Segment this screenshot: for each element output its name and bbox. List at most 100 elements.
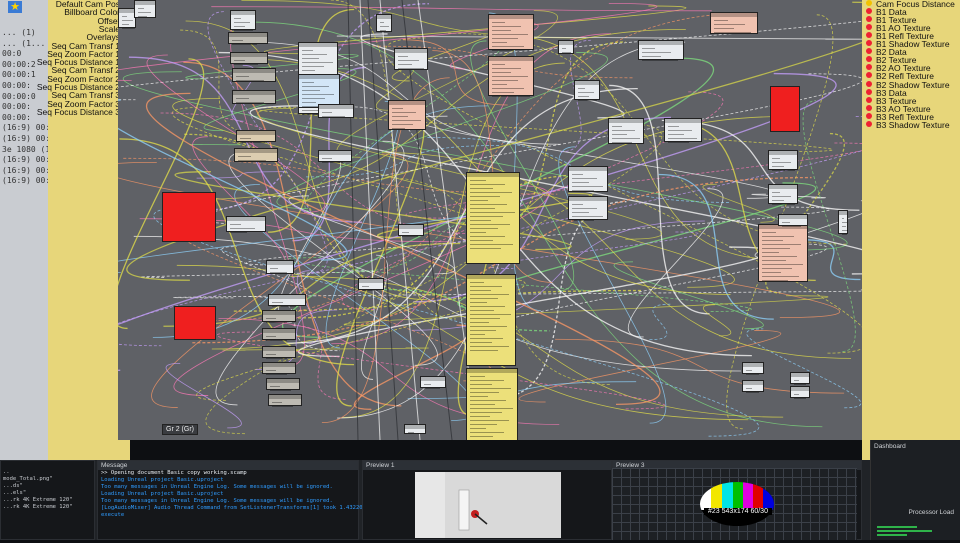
- graph-node[interactable]: [298, 74, 340, 108]
- timeline-list-item[interactable]: 00:00:1: [0, 70, 48, 81]
- graph-node[interactable]: [768, 150, 798, 170]
- graph-node[interactable]: [376, 14, 392, 32]
- graph-node[interactable]: [230, 10, 256, 30]
- graph-node[interactable]: [790, 372, 810, 384]
- graph-node[interactable]: [262, 328, 296, 340]
- graph-node[interactable]: [710, 12, 758, 34]
- graph-node[interactable]: [228, 32, 268, 44]
- graph-node[interactable]: [268, 394, 302, 406]
- graph-node[interactable]: [262, 346, 296, 358]
- graph-node[interactable]: [398, 224, 424, 236]
- message-panel-title: Message: [98, 461, 358, 470]
- left-log-line: ..: [1, 469, 94, 476]
- graph-node[interactable]: [358, 278, 384, 290]
- graph-node[interactable]: [420, 376, 446, 388]
- output-port-icon[interactable]: [866, 32, 872, 38]
- graph-node[interactable]: [488, 14, 534, 50]
- graph-node[interactable]: [388, 100, 426, 130]
- output-port-icon[interactable]: [866, 64, 872, 70]
- connection-wire: [229, 151, 438, 365]
- graph-node[interactable]: [638, 40, 684, 60]
- graph-node[interactable]: [232, 68, 276, 82]
- output-port-icon[interactable]: [866, 16, 872, 22]
- graph-node[interactable]: [162, 192, 216, 242]
- graph-node[interactable]: [768, 184, 798, 204]
- timeline-list-item[interactable]: (16:9) 00:...: [0, 123, 48, 134]
- graph-node[interactable]: [234, 148, 278, 162]
- graph-node[interactable]: [466, 368, 518, 440]
- output-port-icon[interactable]: [866, 40, 872, 46]
- graph-node[interactable]: [134, 0, 156, 18]
- graph-node[interactable]: [742, 380, 764, 392]
- node-graph-canvas[interactable]: [118, 0, 868, 440]
- output-port-icon[interactable]: [866, 81, 872, 87]
- timeline-list-item[interactable]: (16:9) 00:...: [0, 155, 48, 166]
- connection-wire: [659, 174, 774, 319]
- graph-node[interactable]: [664, 118, 702, 142]
- output-port-icon[interactable]: [866, 89, 872, 95]
- output-port-icon[interactable]: [866, 105, 872, 111]
- graph-node[interactable]: [232, 90, 276, 104]
- preview-object-icon: [415, 472, 561, 538]
- graph-node[interactable]: [236, 130, 276, 142]
- output-port-icon[interactable]: [866, 97, 872, 103]
- graph-node[interactable]: [488, 56, 534, 96]
- graph-node[interactable]: [262, 362, 296, 374]
- timeline-list-item[interactable]: 3e 1080 (16:...: [0, 145, 48, 156]
- output-port-icon[interactable]: [866, 48, 872, 54]
- graph-node[interactable]: [226, 216, 266, 232]
- graph-node[interactable]: [568, 166, 608, 192]
- output-port-icon[interactable]: [866, 72, 872, 78]
- output-port-icon[interactable]: [866, 24, 872, 30]
- left-log-line: ...els": [1, 490, 94, 497]
- graph-node[interactable]: [266, 378, 300, 390]
- connection-wire: [703, 305, 731, 336]
- dashboard-panel[interactable]: Dashboard Processor Load: [870, 440, 960, 540]
- graph-node[interactable]: [742, 362, 764, 374]
- timeline-list-item[interactable]: (16:9) 00:...: [0, 176, 48, 187]
- graph-node[interactable]: [318, 104, 354, 118]
- graph-node[interactable]: [466, 274, 516, 366]
- favorite-star-icon[interactable]: ★: [8, 1, 22, 13]
- output-port-icon[interactable]: [866, 0, 872, 6]
- processor-load-label: Processor Load: [905, 506, 957, 519]
- graph-node[interactable]: [770, 86, 800, 132]
- output-port-icon[interactable]: [866, 56, 872, 62]
- input-parameter-label: Seq Focus Distance 3: [37, 107, 120, 117]
- preview1-image: [415, 472, 561, 538]
- graph-node[interactable]: [608, 118, 644, 144]
- input-parameter[interactable]: Seq Focus Distance 3: [37, 107, 120, 117]
- timeline-list-item[interactable]: (16:9) 00:...: [0, 134, 48, 145]
- message-line: [LogAudioMixer] Audio Thread Command fro…: [98, 505, 358, 512]
- graph-node[interactable]: [262, 310, 296, 322]
- timeline-list-item[interactable]: 00:00:0: [0, 92, 48, 103]
- graph-node[interactable]: [268, 294, 306, 306]
- graph-node[interactable]: [404, 424, 426, 434]
- message-line: Loading Unreal project Basic.uproject: [98, 491, 358, 498]
- graph-node[interactable]: [174, 306, 216, 340]
- graph-node[interactable]: [466, 172, 520, 264]
- timeline-list-item[interactable]: ... (1): [0, 28, 48, 39]
- graph-node[interactable]: [266, 260, 294, 274]
- graph-node[interactable]: [394, 48, 428, 70]
- graph-node[interactable]: [318, 150, 352, 162]
- graph-node[interactable]: [574, 80, 600, 100]
- output-parameter[interactable]: B3 Shadow Texture: [876, 120, 950, 130]
- output-port-icon[interactable]: [866, 8, 872, 14]
- graph-node[interactable]: [558, 40, 574, 54]
- graph-node[interactable]: [568, 196, 608, 220]
- graph-node[interactable]: [838, 210, 848, 234]
- test-card-pattern: [700, 482, 774, 526]
- output-port-icon[interactable]: [866, 113, 872, 119]
- timeline-list-item[interactable]: ... (1...: [0, 39, 48, 50]
- left-log-line: ...ds": [1, 483, 94, 490]
- graph-node[interactable]: [778, 214, 808, 226]
- output-port-icon[interactable]: [866, 121, 872, 127]
- message-line: >> Opening document Basic copy working.s…: [98, 470, 358, 477]
- message-panel[interactable]: Message >> Opening document Basic copy w…: [97, 460, 359, 540]
- graph-node[interactable]: [230, 52, 268, 64]
- test-card-label: #23 543x174 60/30: [704, 508, 772, 515]
- timeline-list-item[interactable]: (16:9) 00:...: [0, 166, 48, 177]
- graph-node[interactable]: [790, 386, 810, 398]
- graph-node[interactable]: [758, 224, 808, 282]
